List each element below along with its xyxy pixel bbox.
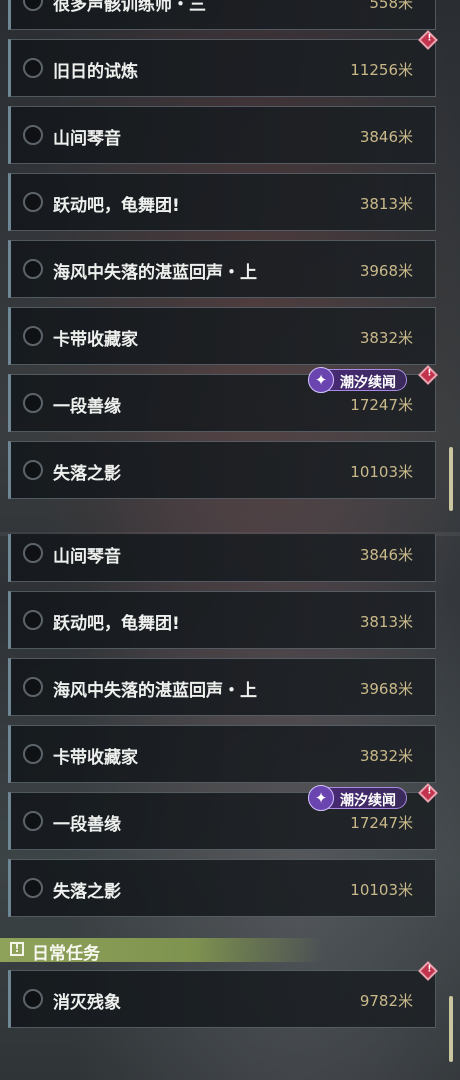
quest-row[interactable]: 山间琴音 3846米 [8, 106, 436, 164]
quest-title: 山间琴音 [53, 547, 121, 567]
track-toggle-circle[interactable] [23, 878, 43, 898]
quest-title: 失落之影 [53, 882, 121, 902]
track-toggle-circle[interactable] [23, 610, 43, 630]
quest-distance: 17247米 [350, 396, 413, 414]
track-toggle-circle[interactable] [23, 326, 43, 346]
quest-title: 失落之影 [53, 464, 121, 484]
track-toggle-circle[interactable] [23, 811, 43, 831]
scrollbar-top[interactable] [449, 447, 453, 511]
quest-distance: 3846米 [359, 128, 413, 146]
quest-distance: 9782米 [359, 992, 413, 1010]
track-toggle-circle[interactable] [23, 460, 43, 480]
quest-row[interactable]: 卡带收藏家 3832米 [8, 725, 436, 783]
quest-row[interactable]: 旧日的试炼 11256米 [8, 39, 436, 97]
quest-title: 海风中失落的湛蓝回声・上 [53, 263, 257, 283]
track-toggle-circle[interactable] [23, 125, 43, 145]
quest-row[interactable]: 失落之影 10103米 [8, 441, 436, 499]
track-toggle-circle[interactable] [23, 744, 43, 764]
quest-row[interactable]: 卡带收藏家 3832米 [8, 307, 436, 365]
quest-distance: 3832米 [359, 329, 413, 347]
scrollbar-bottom[interactable] [449, 996, 453, 1062]
track-toggle-circle[interactable] [23, 259, 43, 279]
quest-row[interactable]: 山间琴音 3846米 [8, 534, 436, 582]
quest-distance: 17247米 [350, 814, 413, 832]
tide-tag-badge: ✦ 潮汐续闻 [308, 367, 407, 393]
quest-title: 海风中失落的湛蓝回声・上 [53, 681, 257, 701]
quest-title: 跃动吧，龟舞团! [53, 196, 180, 216]
track-toggle-circle[interactable] [23, 192, 43, 212]
quest-list-top: 很多声骸训练师・三 558米 旧日的试炼 11256米! 山间琴音 3846米 跃动吧，龟舞… [0, 0, 460, 534]
quest-title: 旧日的试炼 [53, 62, 138, 82]
tide-tag-label: 潮汐续闻 [340, 793, 396, 809]
track-toggle-circle[interactable] [23, 543, 43, 563]
quest-title: 卡带收藏家 [53, 330, 138, 350]
track-toggle-circle[interactable] [23, 989, 43, 1009]
quest-row[interactable]: 消灭残象 9782米 [8, 970, 436, 1028]
exclamation-box-icon: ! [10, 942, 24, 956]
daily-section-label: 日常任务 [32, 944, 100, 964]
tide-tag-label: 潮汐续闻 [340, 375, 396, 391]
quest-title: 卡带收藏家 [53, 748, 138, 768]
quest-title: 跃动吧，龟舞团! [53, 614, 180, 634]
quest-title: 一段善缘 [53, 815, 121, 835]
quest-distance: 3813米 [359, 613, 413, 631]
quest-row[interactable]: 跃动吧，龟舞团! 3813米 [8, 591, 436, 649]
quest-row[interactable]: 很多声骸训练师・三 558米 [8, 0, 436, 30]
quest-title: 一段善缘 [53, 397, 121, 417]
quest-distance: 3846米 [359, 546, 413, 564]
track-toggle-circle[interactable] [23, 58, 43, 78]
quest-title: 山间琴音 [53, 129, 121, 149]
tide-tag-badge: ✦ 潮汐续闻 [308, 785, 407, 811]
sparkle-icon: ✦ [308, 367, 334, 393]
track-toggle-circle[interactable] [23, 0, 43, 11]
quest-distance: 11256米 [350, 61, 413, 79]
quest-row[interactable]: 海风中失落的湛蓝回声・上 3968米 [8, 658, 436, 716]
quest-title: 消灭残象 [53, 993, 121, 1013]
sparkle-icon: ✦ [308, 785, 334, 811]
quest-row[interactable]: 跃动吧，龟舞团! 3813米 [8, 173, 436, 231]
quest-distance: 10103米 [350, 463, 413, 481]
quest-distance: 3968米 [359, 680, 413, 698]
quest-title: 很多声骸训练师・三 [53, 0, 206, 15]
quest-distance: 10103米 [350, 881, 413, 899]
quest-distance: 3832米 [359, 747, 413, 765]
track-toggle-circle[interactable] [23, 393, 43, 413]
daily-section-header: ! 日常任务 [0, 938, 322, 964]
quest-row[interactable]: 海风中失落的湛蓝回声・上 3968米 [8, 240, 436, 298]
quest-distance: 558米 [369, 0, 413, 12]
quest-distance: 3968米 [359, 262, 413, 280]
quest-distance: 3813米 [359, 195, 413, 213]
track-toggle-circle[interactable] [23, 677, 43, 697]
quest-row[interactable]: 失落之影 10103米 [8, 859, 436, 917]
